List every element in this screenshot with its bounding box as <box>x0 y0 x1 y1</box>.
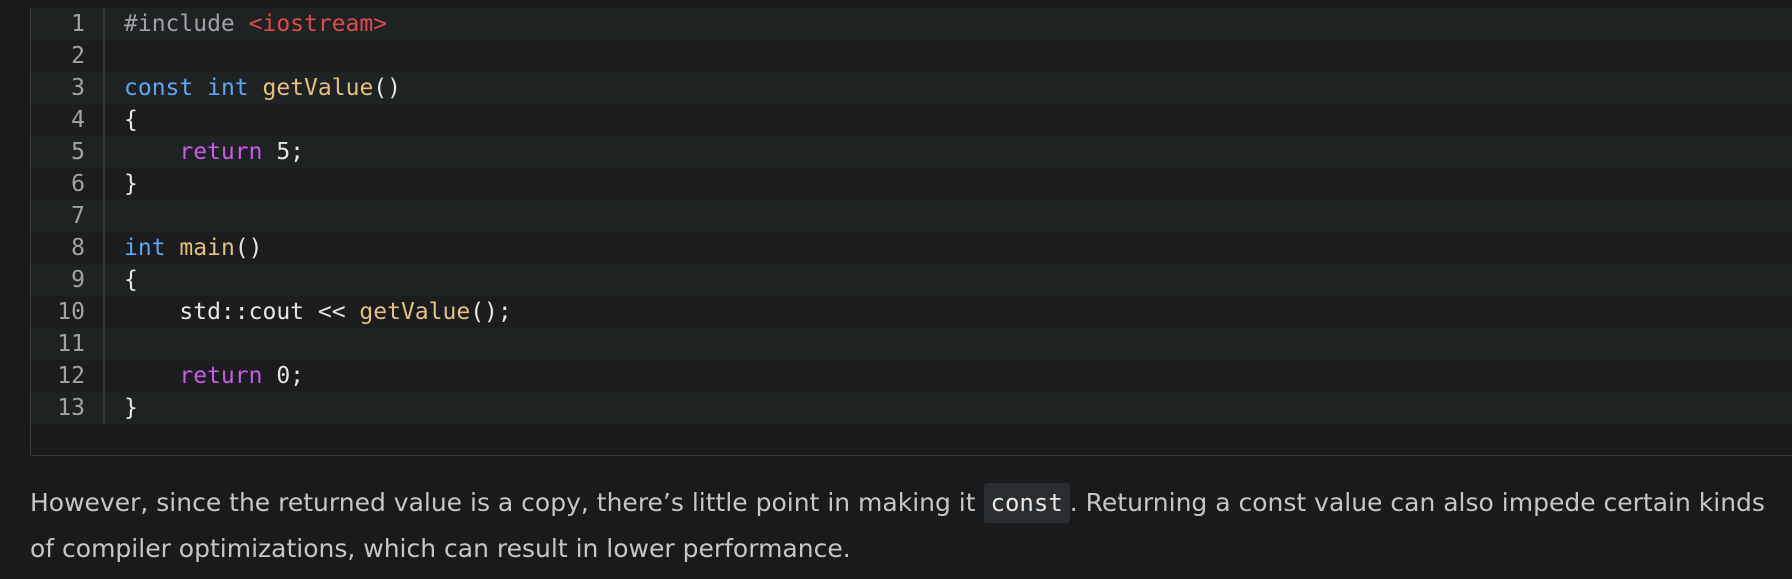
line-number: 5 <box>71 139 85 165</box>
code-text: return 0; <box>124 360 304 392</box>
code-text: { <box>124 104 138 136</box>
code-line: 9{ <box>31 264 1792 296</box>
gutter-separator <box>103 8 105 424</box>
code-token: 0; <box>262 363 305 389</box>
line-number: 9 <box>71 267 85 293</box>
code-text: std::cout << getValue(); <box>124 296 512 328</box>
line-number: 3 <box>71 75 85 101</box>
code-token: { <box>124 267 138 293</box>
line-number: 4 <box>71 107 85 133</box>
line-number: 2 <box>71 43 85 69</box>
line-number: 1 <box>71 11 85 37</box>
code-line: 1 #include <iostream> <box>31 8 1792 40</box>
code-text: int main() <box>124 232 263 264</box>
code-line: 13} <box>31 392 1792 424</box>
code-line: 3 const int getValue() <box>31 72 1792 104</box>
code-token: return <box>179 363 263 389</box>
code-text: return 5; <box>124 136 304 168</box>
line-number: 6 <box>71 171 85 197</box>
code-text: } <box>124 168 138 200</box>
line-number: 12 <box>57 363 85 389</box>
code-block: 1 #include <iostream> 2 3 const int getValue… <box>30 8 1792 456</box>
code-token: main <box>179 235 235 261</box>
code-line: 11 <box>31 328 1792 360</box>
code-token: (); <box>470 299 512 325</box>
code-line: 5 return 5; <box>31 136 1792 168</box>
code-text: } <box>124 392 138 424</box>
explanation-paragraph: However, since the returned value is a c… <box>30 480 1790 572</box>
code-token: () <box>373 75 401 101</box>
code-line: 2 <box>31 40 1792 72</box>
code-text: { <box>124 264 138 296</box>
code-line: 12 return 0; <box>31 360 1792 392</box>
code-token: int <box>207 75 249 101</box>
line-number: 10 <box>57 299 85 325</box>
line-number: 7 <box>71 203 85 229</box>
code-line: 7 <box>31 200 1792 232</box>
code-text: #include <iostream> <box>124 8 387 40</box>
code-token: } <box>124 171 138 197</box>
line-number: 11 <box>57 331 85 357</box>
code-token: () <box>234 235 263 261</box>
code-line: 4{ <box>31 104 1792 136</box>
inline-code-const: const <box>983 483 1070 523</box>
code-token: { <box>124 107 138 133</box>
code-line: 6} <box>31 168 1792 200</box>
paragraph-text-before: However, since the returned value is a c… <box>30 488 984 517</box>
code-line: 10 std::cout << getValue(); <box>31 296 1792 328</box>
code-token: 5; <box>262 139 305 165</box>
code-token: const <box>124 75 194 101</box>
code-line: 8 int main() <box>31 232 1792 264</box>
code-token: <iostream> <box>248 11 388 37</box>
code-token: std::cout << <box>124 299 360 325</box>
line-number: 8 <box>71 235 85 261</box>
code-token: } <box>124 395 138 421</box>
code-text: const int getValue() <box>124 72 401 104</box>
code-token: #include <box>124 11 249 37</box>
line-number: 13 <box>57 395 85 421</box>
code-token: int <box>124 235 166 261</box>
code-token: getValue <box>359 299 471 325</box>
code-token: return <box>179 139 263 165</box>
code-token: getValue <box>262 75 374 101</box>
